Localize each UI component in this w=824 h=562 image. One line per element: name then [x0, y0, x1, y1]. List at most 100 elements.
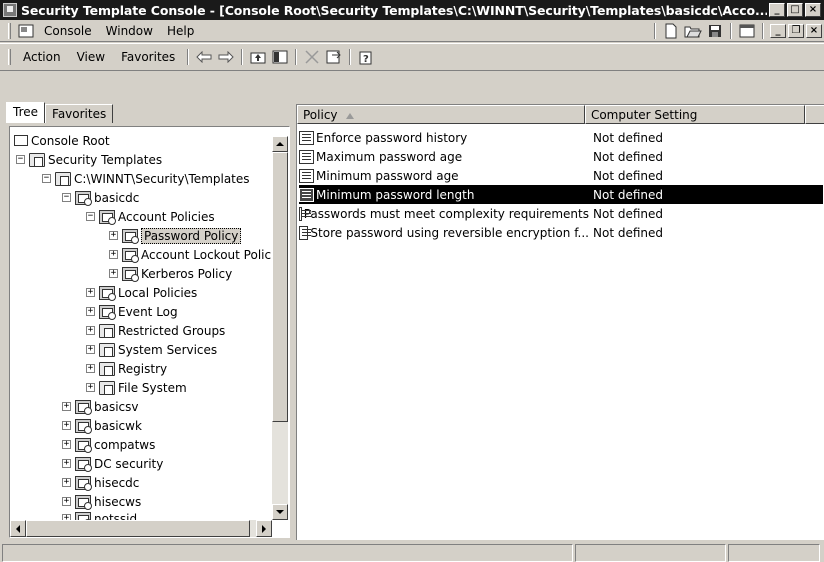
tree-item-label: Event Log — [118, 304, 178, 319]
tree-item-restricted-groups[interactable]: + Restricted Groups — [86, 321, 225, 340]
expand-toggle[interactable]: + — [86, 345, 95, 354]
toolbar-grip[interactable] — [8, 49, 11, 65]
menu-window[interactable]: Window — [99, 24, 160, 38]
column-header-computer-setting[interactable]: Computer Setting — [584, 105, 806, 124]
toolbar-grip[interactable] — [8, 22, 11, 39]
tree-item-console-root[interactable]: Console Root — [14, 131, 110, 150]
tree-item-account-lockout-policy[interactable]: + Account Lockout Polic — [109, 245, 271, 264]
expand-toggle[interactable]: + — [62, 440, 71, 449]
list-item-selected[interactable]: Minimum password length Not defined — [299, 185, 823, 204]
expand-toggle[interactable]: + — [86, 326, 95, 335]
expand-toggle[interactable]: + — [109, 231, 118, 240]
delete-icon[interactable] — [301, 48, 323, 66]
expand-toggle[interactable]: + — [109, 269, 118, 278]
tab-tree[interactable]: Tree — [6, 102, 46, 123]
tree-item-password-policy[interactable]: + Password Policy — [109, 226, 242, 245]
open-folder-icon[interactable] — [682, 22, 704, 40]
policy-folder-icon — [122, 266, 139, 282]
status-bar — [0, 542, 824, 562]
list-item[interactable]: Enforce password history Not defined — [299, 128, 809, 147]
tree-item-label: DC security — [94, 456, 164, 471]
scroll-thumb[interactable] — [26, 520, 250, 537]
policy-list-pane[interactable]: Policy Computer Setting Enforce password… — [296, 104, 824, 540]
console-app-icon[interactable] — [15, 22, 37, 40]
tree-item-basicdc[interactable]: − basicdc — [62, 188, 139, 207]
new-document-icon[interactable] — [660, 22, 682, 40]
forward-arrow-icon[interactable] — [215, 48, 237, 66]
menu-view[interactable]: View — [69, 50, 113, 64]
tree-item-system-services[interactable]: + System Services — [86, 340, 217, 359]
title-bar[interactable]: Security Template Console - [Console Roo… — [0, 0, 824, 20]
app-icon[interactable] — [3, 3, 17, 17]
tree-item-security-templates[interactable]: − Security Templates — [16, 150, 162, 169]
template-icon — [75, 494, 92, 510]
maximize-button[interactable]: □ — [787, 3, 803, 17]
minimize-button[interactable]: _ — [769, 3, 785, 17]
list-item[interactable]: Passwords must meet complexity requireme… — [299, 204, 809, 223]
tree-item-compatws[interactable]: + compatws — [62, 435, 155, 454]
list-item[interactable]: Maximum password age Not defined — [299, 147, 809, 166]
scroll-up-button[interactable] — [272, 136, 288, 152]
column-header-empty[interactable] — [805, 105, 824, 124]
collapse-toggle[interactable]: − — [42, 174, 51, 183]
tree-vertical-scrollbar[interactable] — [272, 136, 288, 520]
scroll-left-button[interactable] — [10, 520, 26, 537]
expand-toggle[interactable]: + — [62, 478, 71, 487]
tree-item-event-log[interactable]: + Event Log — [86, 302, 178, 321]
scroll-thumb[interactable] — [272, 152, 288, 422]
close-button[interactable]: × — [805, 3, 821, 17]
new-window-icon[interactable] — [736, 22, 758, 40]
export-list-icon[interactable] — [323, 48, 345, 66]
list-item[interactable]: Minimum password age Not defined — [299, 166, 809, 185]
tree-item-basicsv[interactable]: + basicsv — [62, 397, 139, 416]
scroll-down-button[interactable] — [272, 504, 288, 520]
menu-help[interactable]: Help — [160, 24, 201, 38]
action-toolbar: Action View Favorites ? — [0, 43, 824, 71]
save-icon[interactable] — [704, 22, 726, 40]
toolbar-separator — [730, 23, 732, 39]
list-item[interactable]: Store password using reversible encrypti… — [299, 223, 809, 242]
expand-toggle[interactable]: + — [86, 364, 95, 373]
tree-item-basicwk[interactable]: + basicwk — [62, 416, 142, 435]
help-icon[interactable]: ? — [355, 48, 377, 66]
mdi-minimize-button[interactable]: _ — [770, 24, 786, 38]
expand-toggle[interactable]: + — [86, 383, 95, 392]
collapse-toggle[interactable]: − — [86, 212, 95, 221]
menu-action[interactable]: Action — [15, 50, 69, 64]
mdi-close-button[interactable]: × — [806, 24, 822, 38]
back-arrow-icon[interactable] — [193, 48, 215, 66]
collapse-toggle[interactable]: − — [16, 155, 25, 164]
expand-toggle[interactable]: + — [62, 497, 71, 506]
expand-toggle[interactable]: + — [62, 402, 71, 411]
up-one-level-icon[interactable] — [247, 48, 269, 66]
tree-item-dc-security[interactable]: + DC security — [62, 454, 163, 473]
folder-icon — [99, 361, 115, 376]
computer-setting-value: Not defined — [593, 206, 664, 221]
policy-name: Minimum password age — [316, 168, 459, 183]
tree-item-account-policies[interactable]: − Account Policies — [86, 207, 215, 226]
tree-item-file-system[interactable]: + File System — [86, 378, 187, 397]
tree-item-templates-path[interactable]: − C:\WINNT\Security\Templates — [42, 169, 250, 188]
tree-item-registry[interactable]: + Registry — [86, 359, 167, 378]
menu-console[interactable]: Console — [37, 24, 99, 38]
tree-item-hisecdc[interactable]: + hisecdc — [62, 473, 139, 492]
tree-horizontal-scrollbar[interactable] — [10, 520, 272, 537]
column-header-policy[interactable]: Policy — [297, 105, 585, 124]
show-hide-tree-icon[interactable] — [269, 48, 291, 66]
expand-toggle[interactable]: + — [86, 288, 95, 297]
scroll-right-button[interactable] — [256, 520, 272, 537]
svg-text:?: ? — [363, 54, 369, 65]
expand-toggle[interactable]: + — [86, 307, 95, 316]
mdi-restore-button[interactable]: ❐ — [788, 24, 804, 38]
expand-toggle[interactable]: + — [62, 459, 71, 468]
tree-item-local-policies[interactable]: + Local Policies — [86, 283, 197, 302]
menu-favorites[interactable]: Favorites — [113, 50, 183, 64]
expand-toggle[interactable]: + — [62, 421, 71, 430]
collapse-toggle[interactable]: − — [62, 193, 71, 202]
policy-name: Maximum password age — [316, 149, 463, 164]
tree-pane[interactable]: Console Root − Security Templates − C:\W… — [9, 126, 290, 538]
expand-toggle[interactable]: + — [109, 250, 118, 259]
tab-favorites[interactable]: Favorites — [45, 104, 114, 123]
tree-item-kerberos-policy[interactable]: + Kerberos Policy — [109, 264, 232, 283]
policy-setting-icon — [299, 225, 312, 240]
